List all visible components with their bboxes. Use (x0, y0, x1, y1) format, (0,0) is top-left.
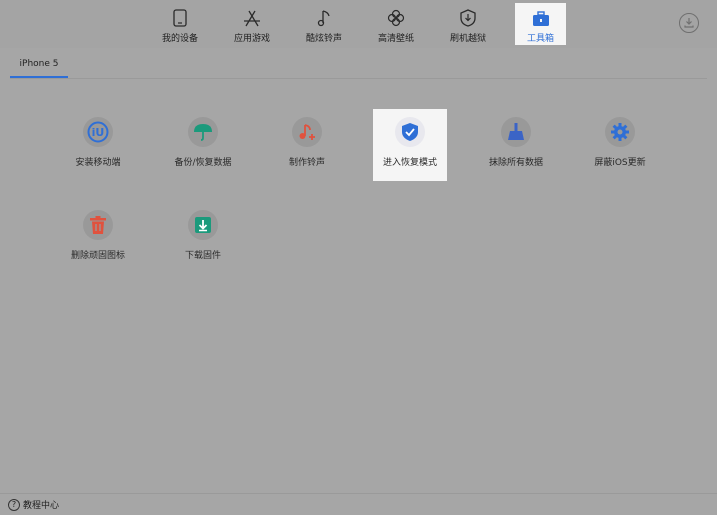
tab-label: 应用游戏 (233, 34, 270, 44)
download-manager-button[interactable] (679, 13, 699, 33)
download-box-icon (195, 217, 211, 233)
status-bar: ? 教程中心 (0, 493, 717, 515)
device-tab-bar: iPhone 5 (0, 50, 717, 79)
tab-label: 刷机越狱 (449, 34, 486, 44)
shield-check-icon (402, 123, 418, 141)
tab-toolbox[interactable]: 工具箱 (515, 3, 566, 45)
tool-label: 抹除所有数据 (488, 158, 543, 168)
main-toolbar: 我的设备 应用游戏 酷炫铃声 高清壁纸 刷机越狱 工具箱 (0, 0, 717, 48)
tool-recovery-mode[interactable]: 进入恢复模式 (373, 109, 447, 181)
iu-app-icon: iU (87, 121, 109, 143)
clover-icon (387, 9, 405, 27)
tool-block-ios-update[interactable]: 屏蔽iOS更新 (583, 117, 657, 168)
tool-install-mobile[interactable]: iU 安装移动端 (61, 117, 135, 168)
trash-icon (90, 216, 106, 234)
broom-icon (508, 123, 524, 140)
tool-label: 删除顽固图标 (70, 251, 125, 261)
tool-label: 备份/恢复数据 (174, 158, 232, 168)
app-store-icon (244, 10, 260, 27)
tab-flash-jailbreak[interactable]: 刷机越狱 (438, 3, 498, 45)
shield-download-icon (460, 9, 476, 27)
tool-label: 下载固件 (184, 251, 221, 261)
device-tab-iphone5[interactable]: iPhone 5 (10, 50, 68, 78)
tab-label: 我的设备 (161, 34, 198, 44)
download-icon (684, 18, 694, 28)
phone-icon (173, 9, 187, 27)
gear-icon (611, 123, 629, 141)
tab-label: 酷炫铃声 (305, 34, 342, 44)
svg-text:iU: iU (92, 126, 105, 139)
tool-label: 安装移动端 (75, 158, 121, 168)
help-center-link[interactable]: ? 教程中心 (8, 498, 59, 511)
music-note-icon (317, 10, 330, 27)
tab-ringtones[interactable]: 酷炫铃声 (294, 3, 354, 45)
tool-make-ringtone[interactable]: 制作铃声 (270, 117, 344, 168)
tool-download-firmware[interactable]: 下载固件 (166, 210, 240, 261)
umbrella-icon (194, 124, 212, 141)
active-tab-indicator (10, 76, 68, 78)
tab-wallpapers[interactable]: 高清壁纸 (366, 3, 426, 45)
tab-my-device[interactable]: 我的设备 (150, 3, 210, 45)
toolbox-icon (532, 11, 549, 26)
tool-label: 屏蔽iOS更新 (594, 158, 646, 168)
tool-label: 制作铃声 (288, 158, 325, 168)
question-icon: ? (8, 498, 20, 511)
music-plus-icon (299, 124, 315, 140)
tool-erase-all-data[interactable]: 抹除所有数据 (479, 117, 553, 168)
device-tab-label: iPhone 5 (19, 59, 59, 69)
tool-delete-stubborn-icons[interactable]: 删除顽固图标 (61, 210, 135, 261)
tab-apps-games[interactable]: 应用游戏 (222, 3, 282, 45)
tab-label: 工具箱 (526, 34, 554, 44)
tool-label: 进入恢复模式 (382, 158, 437, 168)
tool-backup-restore[interactable]: 备份/恢复数据 (166, 117, 240, 168)
tab-label: 高清壁纸 (377, 34, 414, 44)
divider (10, 78, 707, 79)
help-label: 教程中心 (23, 501, 60, 511)
